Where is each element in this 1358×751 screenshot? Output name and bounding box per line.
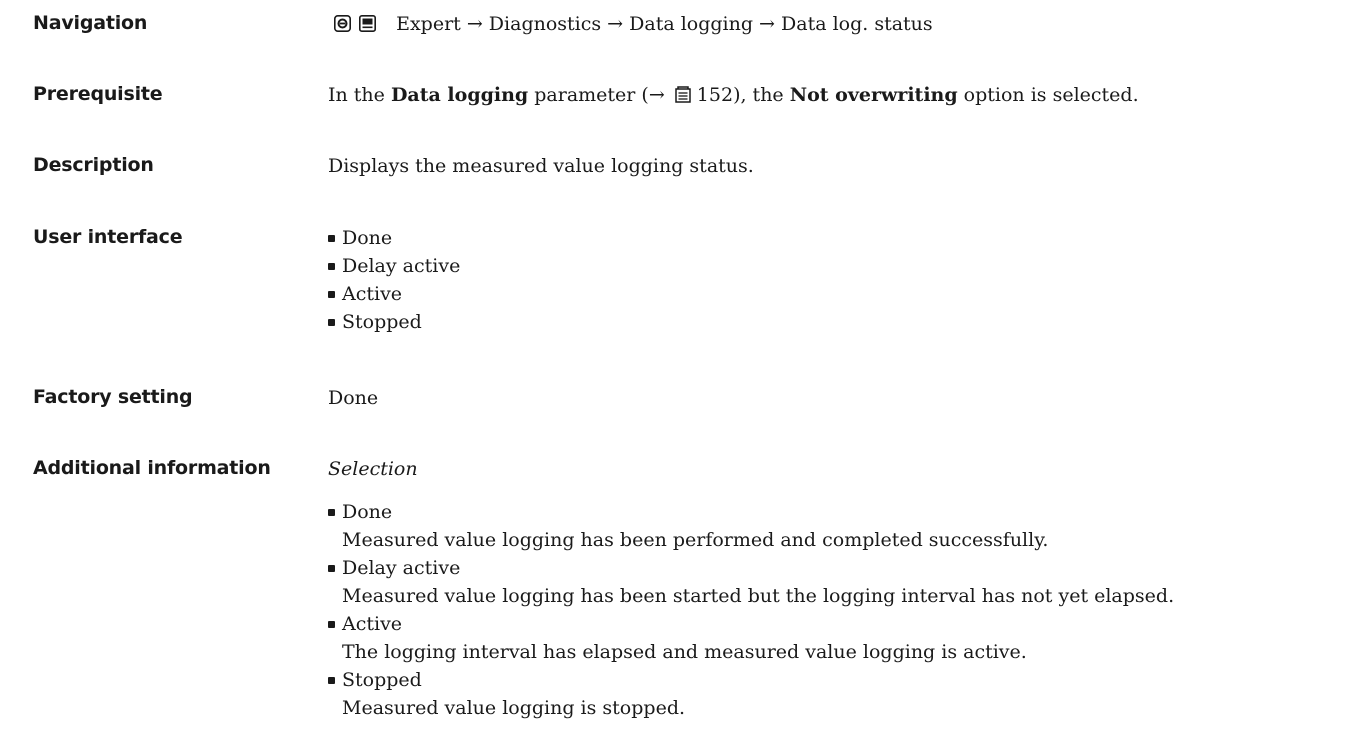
selection-option-desc: Measured value logging has been started … — [342, 585, 1175, 607]
selection-heading: Selection — [328, 458, 418, 480]
list-item: Stopped — [328, 308, 460, 336]
prerequisite-label: Prerequisite — [33, 83, 163, 105]
navigation-path-text: Expert → Diagnostics → Data logging → Da… — [396, 13, 933, 35]
navigation-path: Expert → Diagnostics → Data logging → Da… — [334, 10, 933, 40]
list-item: Done — [328, 224, 460, 252]
bullet-icon — [328, 319, 335, 326]
navigation-label: Navigation — [33, 12, 148, 34]
bullet-icon — [328, 263, 335, 270]
description-label: Description — [33, 154, 154, 176]
prerequisite-text: In the Data logging parameter (→ 152), t… — [328, 81, 1139, 111]
operating-menu-icon — [334, 12, 351, 40]
list-item-text: Done — [342, 227, 393, 249]
selection-list: Done Measured value logging has been perf… — [328, 498, 1174, 722]
selection-option-desc: The logging interval has elapsed and mea… — [342, 641, 1027, 663]
user-interface-label: User interface — [33, 226, 183, 248]
list-item-text: Stopped — [342, 311, 422, 333]
selection-option-name: Active — [342, 613, 403, 635]
selection-option-name: Delay active — [342, 557, 461, 579]
prerequisite-option-name: Not overwriting — [789, 84, 958, 106]
selection-option-desc: Measured value logging is stopped. — [342, 697, 686, 719]
additional-information-content: Selection Done Measured value logging has… — [328, 455, 1174, 722]
prerequisite-text-before: In the — [328, 84, 391, 106]
list-item-text: Active — [342, 283, 403, 305]
page-reference-icon — [675, 83, 691, 111]
factory-setting-label: Factory setting — [33, 386, 193, 408]
list-item: Active — [328, 280, 460, 308]
user-interface-list-wrap: Done Delay active Active Stopped — [328, 224, 460, 336]
additional-information-label: Additional information — [33, 457, 271, 479]
list-item: Delay active — [328, 252, 460, 280]
bullet-icon — [328, 677, 335, 684]
display-menu-icon — [359, 12, 377, 40]
prerequisite-text-after: ), the — [733, 84, 790, 106]
bullet-icon — [328, 235, 335, 242]
list-item: Delay active Measured value logging has b… — [328, 554, 1174, 610]
selection-option-name: Stopped — [342, 669, 422, 691]
prerequisite-page-ref[interactable]: 152 — [697, 84, 733, 106]
bullet-icon — [328, 291, 335, 298]
selection-option-desc: Measured value logging has been performe… — [342, 529, 1049, 551]
description-text: Displays the measured value logging stat… — [328, 155, 754, 177]
list-item: Stopped Measured value logging is stopped… — [328, 666, 1174, 722]
factory-setting-value: Done — [328, 387, 379, 409]
user-interface-list: Done Delay active Active Stopped — [328, 224, 460, 336]
list-item: Done Measured value logging has been perf… — [328, 498, 1174, 554]
list-item-text: Delay active — [342, 255, 461, 277]
bullet-icon — [328, 565, 335, 572]
list-item: Active The logging interval has elapsed a… — [328, 610, 1174, 666]
bullet-icon — [328, 509, 335, 516]
selection-option-name: Done — [342, 501, 393, 523]
prerequisite-text-mid: parameter (→ — [528, 84, 671, 106]
prerequisite-param-name: Data logging — [390, 84, 529, 106]
prerequisite-text-end: option is selected. — [957, 84, 1139, 106]
bullet-icon — [328, 621, 335, 628]
